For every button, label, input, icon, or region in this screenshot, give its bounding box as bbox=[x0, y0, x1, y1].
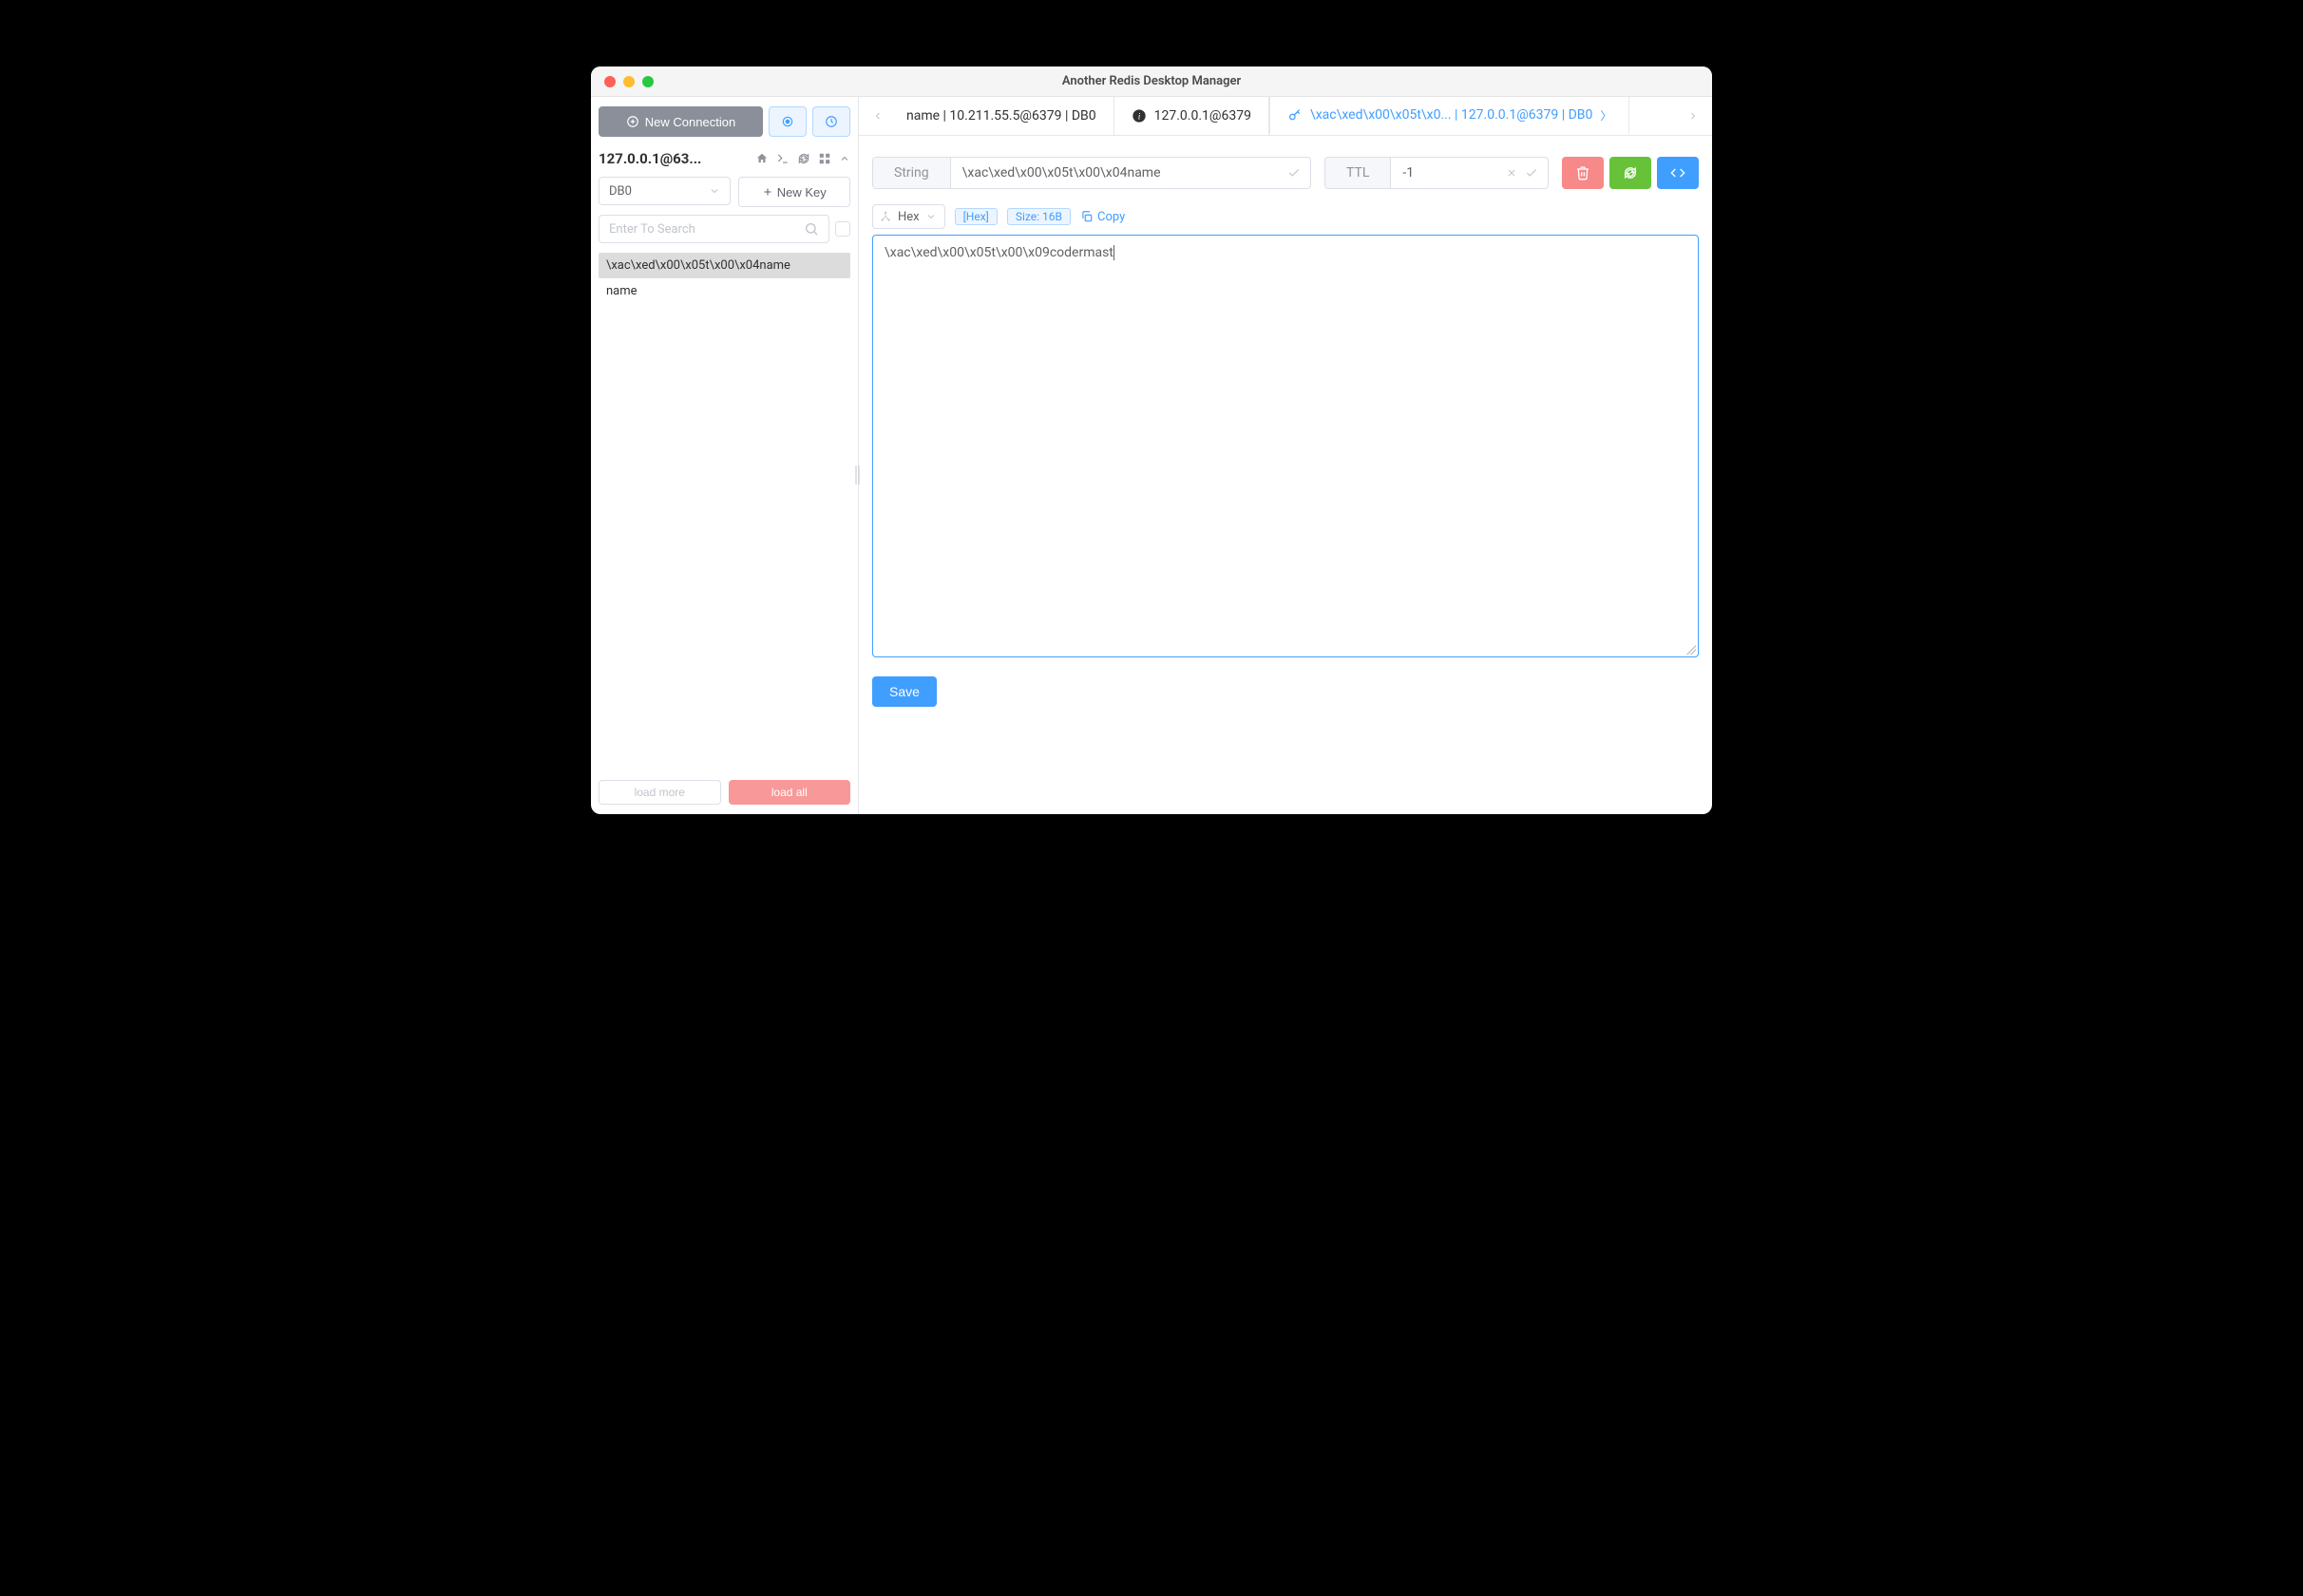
key-type-label: String bbox=[873, 158, 951, 188]
text-cursor bbox=[1113, 245, 1114, 260]
search-placeholder: Enter To Search bbox=[609, 222, 695, 237]
key-toolbar: String \xac\xed\x00\x05t\x00\x04name TTL… bbox=[872, 157, 1699, 189]
connection-actions bbox=[755, 152, 850, 165]
connection-name: 127.0.0.1@63... bbox=[599, 150, 701, 167]
log-button[interactable] bbox=[812, 106, 850, 137]
db-selector[interactable]: DB0 bbox=[599, 177, 731, 205]
sidebar-footer: load more load all bbox=[599, 770, 850, 805]
code-view-button[interactable] bbox=[1657, 157, 1699, 189]
value-content: \xac\xed\x00\x05t\x00\x09codermast bbox=[885, 245, 1113, 260]
ttl-suffix bbox=[1496, 158, 1548, 188]
key-name-input[interactable]: \xac\xed\x00\x05t\x00\x04name bbox=[951, 158, 1278, 188]
new-connection-button[interactable]: New Connection bbox=[599, 106, 763, 137]
value-toolbar: Hex [Hex] Size: 16B Copy bbox=[872, 204, 1699, 229]
new-connection-label: New Connection bbox=[645, 115, 735, 129]
plus-icon bbox=[762, 186, 773, 198]
load-more-button[interactable]: load more bbox=[599, 780, 721, 805]
home-icon[interactable] bbox=[755, 152, 769, 165]
tab[interactable]: name | 10.211.55.5@6379 | DB0 bbox=[889, 97, 1114, 135]
terminal-icon[interactable] bbox=[776, 152, 790, 165]
key-icon bbox=[1287, 107, 1303, 123]
copy-button[interactable]: Copy bbox=[1080, 210, 1125, 224]
check-icon[interactable] bbox=[1525, 166, 1538, 180]
check-icon[interactable] bbox=[1287, 166, 1301, 180]
traffic-lights bbox=[591, 76, 654, 87]
svg-text:i: i bbox=[1137, 112, 1140, 122]
db-row: DB0 New Key bbox=[599, 177, 850, 207]
new-key-label: New Key bbox=[777, 185, 827, 200]
grid-icon[interactable] bbox=[818, 152, 831, 165]
tab-scroll-left[interactable] bbox=[866, 97, 889, 135]
minimize-window-icon[interactable] bbox=[623, 76, 635, 87]
copy-label: Copy bbox=[1097, 210, 1125, 224]
tree-icon bbox=[879, 210, 892, 223]
tab[interactable]: i 127.0.0.1@6379 bbox=[1114, 97, 1269, 135]
window-title: Another Redis Desktop Manager bbox=[591, 74, 1712, 88]
main-panel: name | 10.211.55.5@6379 | DB0 i 127.0.0.… bbox=[859, 97, 1712, 814]
load-all-button[interactable]: load all bbox=[729, 780, 851, 805]
chevron-up-icon[interactable] bbox=[839, 153, 850, 164]
zoom-window-icon[interactable] bbox=[642, 76, 654, 87]
search-row: Enter To Search bbox=[599, 215, 850, 243]
chevron-down-icon bbox=[925, 211, 937, 222]
tab-label: \xac\xed\x00\x05t\x0... | 127.0.0.1@6379… bbox=[1310, 107, 1592, 123]
tab-label: name | 10.211.55.5@6379 | DB0 bbox=[906, 108, 1096, 124]
trash-icon bbox=[1575, 165, 1590, 180]
key-item[interactable]: \xac\xed\x00\x05t\x00\x04name bbox=[599, 253, 850, 278]
settings-button[interactable] bbox=[769, 106, 807, 137]
plus-circle-icon bbox=[626, 115, 639, 128]
key-action-buttons bbox=[1562, 157, 1699, 189]
tab-bar: name | 10.211.55.5@6379 | DB0 i 127.0.0.… bbox=[859, 97, 1712, 136]
tab-close-icon[interactable]: 〉 bbox=[1600, 107, 1611, 124]
tab-label: 127.0.0.1@6379 bbox=[1154, 108, 1251, 124]
app-body: New Connection 127.0.0.1@63... bbox=[591, 97, 1712, 814]
search-icon bbox=[804, 221, 819, 237]
target-icon bbox=[781, 115, 794, 128]
connection-header[interactable]: 127.0.0.1@63... bbox=[599, 150, 850, 167]
exact-match-checkbox[interactable] bbox=[835, 221, 850, 237]
format-selector-value: Hex bbox=[898, 210, 920, 224]
value-textarea[interactable]: \xac\xed\x00\x05t\x00\x09codermast bbox=[872, 235, 1699, 657]
key-name-field-group: String \xac\xed\x00\x05t\x00\x04name bbox=[872, 157, 1311, 189]
delete-key-button[interactable] bbox=[1562, 157, 1604, 189]
clock-icon bbox=[825, 115, 838, 128]
info-circle-icon: i bbox=[1132, 108, 1147, 124]
save-button[interactable]: Save bbox=[872, 676, 937, 707]
window-titlebar: Another Redis Desktop Manager bbox=[591, 66, 1712, 97]
close-window-icon[interactable] bbox=[604, 76, 616, 87]
key-list: \xac\xed\x00\x05t\x00\x04name name bbox=[599, 253, 850, 770]
ttl-label: TTL bbox=[1325, 158, 1391, 188]
hex-tag: [Hex] bbox=[955, 208, 998, 225]
value-format-selector[interactable]: Hex bbox=[872, 204, 945, 229]
refresh-icon[interactable] bbox=[797, 152, 810, 165]
refresh-icon bbox=[1623, 165, 1638, 180]
key-item[interactable]: name bbox=[599, 278, 850, 304]
new-key-button[interactable]: New Key bbox=[738, 177, 851, 207]
sidebar: New Connection 127.0.0.1@63... bbox=[591, 97, 859, 814]
tab-active[interactable]: \xac\xed\x00\x05t\x0... | 127.0.0.1@6379… bbox=[1269, 97, 1629, 135]
ttl-field-group: TTL -1 bbox=[1324, 157, 1549, 189]
ttl-input[interactable]: -1 bbox=[1391, 158, 1496, 188]
tab-list: name | 10.211.55.5@6379 | DB0 i 127.0.0.… bbox=[889, 97, 1682, 135]
code-icon bbox=[1670, 165, 1685, 180]
sidebar-resize-handle[interactable] bbox=[854, 456, 862, 494]
refresh-key-button[interactable] bbox=[1609, 157, 1651, 189]
key-name-suffix bbox=[1278, 158, 1310, 188]
chevron-down-icon bbox=[709, 185, 720, 197]
save-row: Save bbox=[872, 676, 1699, 707]
clear-icon[interactable] bbox=[1506, 167, 1517, 179]
size-tag: Size: 16B bbox=[1007, 208, 1071, 225]
sidebar-top-row: New Connection bbox=[599, 106, 850, 137]
search-input[interactable]: Enter To Search bbox=[599, 215, 829, 243]
copy-icon bbox=[1080, 210, 1094, 223]
tab-scroll-right[interactable] bbox=[1682, 97, 1704, 135]
db-selector-value: DB0 bbox=[609, 184, 632, 199]
app-window: Another Redis Desktop Manager New Connec… bbox=[591, 66, 1712, 814]
